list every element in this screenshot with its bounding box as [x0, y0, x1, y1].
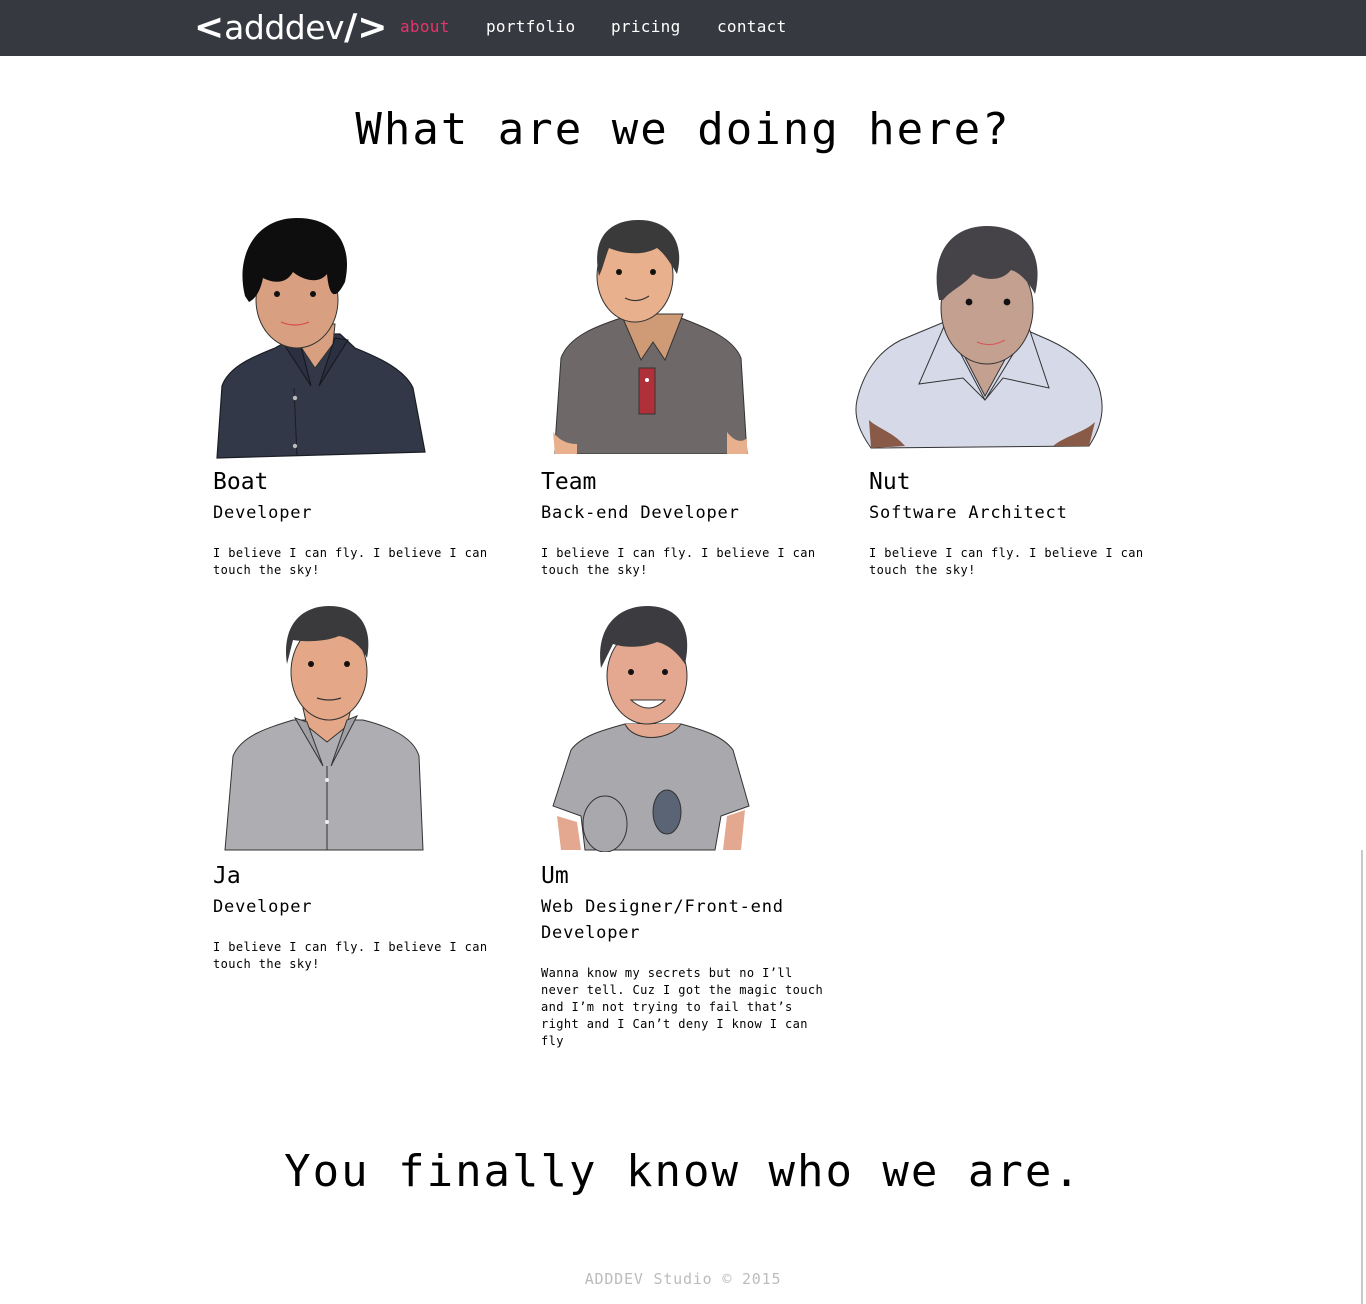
- member-role: Software Architect: [869, 503, 1068, 523]
- member-bio: I believe I can fly. I believe I can tou…: [213, 940, 488, 971]
- member-name: Boat: [213, 469, 269, 495]
- member-name: Team: [541, 469, 597, 495]
- footer-copyright: ADDDEV Studio © 2015: [584, 1270, 782, 1288]
- avatar: [552, 606, 750, 852]
- member-name: Um: [541, 863, 569, 889]
- nav-link-about[interactable]: about: [400, 17, 450, 37]
- member-role: Developer: [213, 503, 313, 523]
- member-role: Back-end Developer: [541, 503, 740, 523]
- nav-link-pricing[interactable]: pricing: [611, 17, 681, 37]
- logo-text: adddev: [224, 8, 345, 47]
- avatar: [553, 220, 748, 454]
- avatar: [855, 226, 1103, 449]
- logo-open-bracket-icon: <: [194, 7, 225, 48]
- page-title: What are we doing here?: [355, 104, 1011, 155]
- member-bio: I believe I can fly. I believe I can tou…: [869, 546, 1144, 577]
- nav-link-contact[interactable]: contact: [717, 17, 787, 37]
- member-role: Developer: [213, 897, 313, 917]
- member-bio: I believe I can fly. I believe I can tou…: [541, 546, 816, 577]
- member-name: Nut: [869, 469, 911, 495]
- nav-link-portfolio[interactable]: portfolio: [486, 17, 575, 37]
- member-name: Ja: [213, 863, 241, 889]
- brand-logo[interactable]: < adddev />: [194, 10, 387, 46]
- avatar: [224, 606, 424, 851]
- avatar: [216, 218, 426, 459]
- member-role: Web Designer/Front-end Developer: [541, 897, 784, 943]
- navbar: < adddev /> about portfolio pricing cont…: [0, 0, 1366, 56]
- closing-heading: You finally know who we are.: [284, 1146, 1082, 1197]
- page-scrollbar[interactable]: [1361, 850, 1363, 1304]
- member-bio: I believe I can fly. I believe I can tou…: [213, 546, 488, 577]
- member-bio: Wanna know my secrets but no I’ll never …: [541, 966, 824, 1048]
- logo-close-bracket-icon: />: [344, 7, 388, 48]
